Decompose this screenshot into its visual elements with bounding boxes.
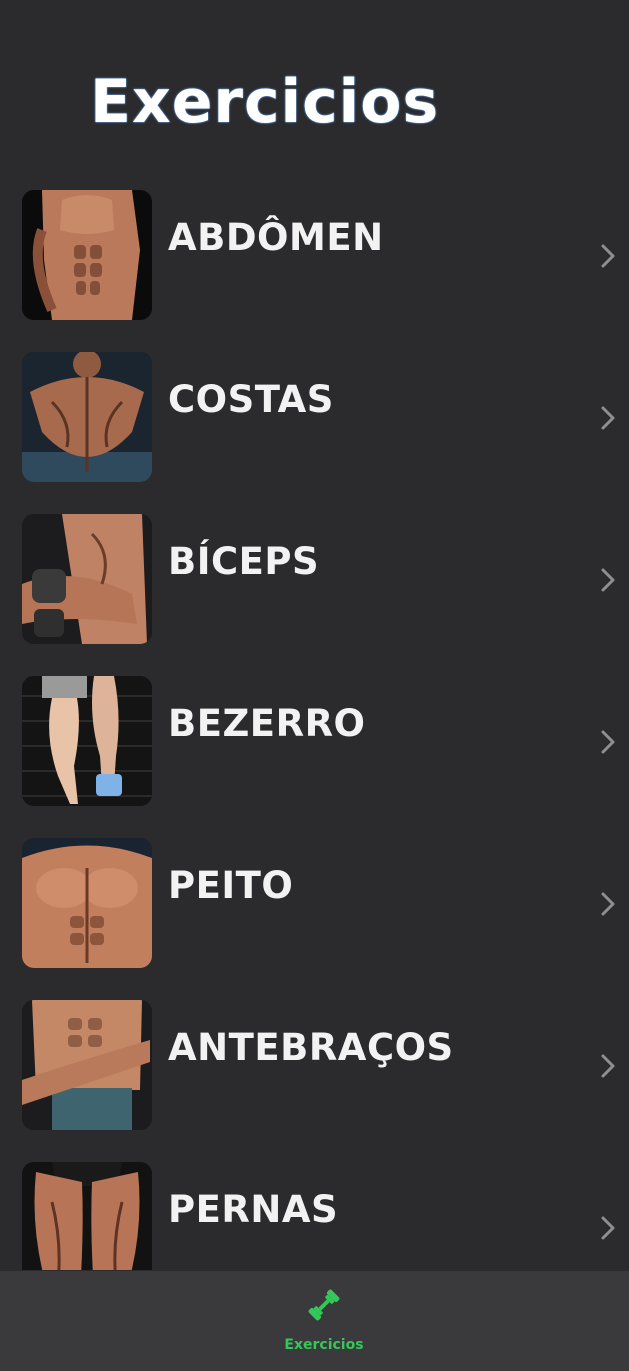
list-item-peito[interactable]: PEITO xyxy=(0,821,629,983)
chevron-right-icon xyxy=(597,727,619,757)
list-item-pernas[interactable]: PERNAS xyxy=(0,1145,629,1270)
forearms-photo xyxy=(22,1000,152,1130)
list-item-antebracos[interactable]: ANTEBRAÇOS xyxy=(0,983,629,1145)
chevron-right-icon xyxy=(597,241,619,271)
list-item-costas[interactable]: COSTAS xyxy=(0,335,629,497)
app-screen: Exercicios ABDÔMEN COSTAS BÍCEPS BEZERRO… xyxy=(0,0,629,1371)
legs-photo xyxy=(22,1162,152,1270)
back-photo xyxy=(22,352,152,482)
list-item-label: COSTAS xyxy=(168,378,334,421)
list-item-label: ANTEBRAÇOS xyxy=(168,1026,454,1069)
tab-label: Exercicios xyxy=(284,1337,364,1353)
chevron-right-icon xyxy=(597,565,619,595)
exercise-list[interactable]: ABDÔMEN COSTAS BÍCEPS BEZERRO PEITO ANTE… xyxy=(0,173,629,1270)
list-item-label: ABDÔMEN xyxy=(168,216,384,259)
list-item-biceps[interactable]: BÍCEPS xyxy=(0,497,629,659)
biceps-photo xyxy=(22,514,152,644)
list-item-abdomen[interactable]: ABDÔMEN xyxy=(0,173,629,335)
tab-bar: Exercicios xyxy=(0,1271,629,1371)
list-item-label: BEZERRO xyxy=(168,702,366,745)
chevron-right-icon xyxy=(597,889,619,919)
chevron-right-icon xyxy=(597,1213,619,1243)
chest-photo xyxy=(22,838,152,968)
list-item-label: BÍCEPS xyxy=(168,540,320,583)
list-item-label: PERNAS xyxy=(168,1188,339,1231)
abs-photo xyxy=(22,190,152,320)
page-title: Exercicios xyxy=(90,67,440,137)
list-item-bezerro[interactable]: BEZERRO xyxy=(0,659,629,821)
calves-photo xyxy=(22,676,152,806)
dumbbell-icon xyxy=(304,1285,344,1325)
list-item-label: PEITO xyxy=(168,864,294,907)
chevron-right-icon xyxy=(597,1051,619,1081)
tab-exercicios[interactable]: Exercicios xyxy=(264,1281,384,1365)
chevron-right-icon xyxy=(597,403,619,433)
